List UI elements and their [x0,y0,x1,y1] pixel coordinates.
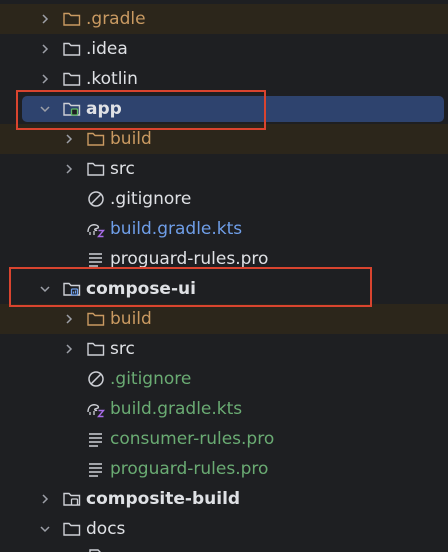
chevron-right-icon[interactable] [38,4,52,34]
project-tree: .gradle .idea .kotlin app build src .git… [0,0,448,552]
chevron-right-icon[interactable] [38,34,52,64]
module-folder-icon [62,489,82,509]
folder-icon [62,519,82,539]
tree-item-label: proguard-rules.pro [110,249,269,269]
chevron-right-icon[interactable] [62,154,76,184]
chevron-right-icon[interactable] [62,124,76,154]
folder-icon [62,39,82,59]
tree-item-idea-folder[interactable]: .idea [0,34,448,64]
tree-item-app-build-gradle-kts[interactable]: build.gradle.kts [0,214,448,244]
tree-item-label: build.gradle.kts [110,399,243,419]
tree-item-label: .gradle [86,9,146,29]
module-folder-icon [62,99,82,119]
chevron-down-icon[interactable] [38,514,52,544]
tree-item-compose-ui-gitignore[interactable]: .gitignore [0,364,448,394]
tree-item-label: composite-build [86,489,241,509]
tree-item-compose-ui-module[interactable]: compose-ui [0,274,448,304]
tree-item-app-src-folder[interactable]: src [0,154,448,184]
folder-icon [86,339,106,359]
tree-item-compose-ui-build-folder[interactable]: build [0,304,448,334]
tree-item-gradle-folder[interactable]: .gradle [0,4,448,34]
tree-item-app-proguard-rules[interactable]: proguard-rules.pro [0,244,448,274]
folder-icon [86,129,106,149]
tree-item-compose-ui-consumer-rules[interactable]: consumer-rules.pro [0,424,448,454]
tree-item-label: build.gradle.kts [110,219,243,239]
tree-item-app-module[interactable]: app [0,94,448,124]
tree-item-label: build [110,129,152,149]
tree-item-label: .idea [86,39,128,59]
tree-item-label: src [110,159,135,179]
tree-item-label: app [86,99,122,119]
gradle-kotlin-file-icon [86,219,106,239]
folder-icon [62,9,82,29]
tree-item-label: src [110,339,135,359]
library-module-folder-icon [62,279,82,299]
text-file-icon [86,459,106,479]
tree-item-label: .gitignore [110,189,192,209]
tree-item-app-gitignore[interactable]: .gitignore [0,184,448,214]
folder-icon [62,69,82,89]
gradle-kotlin-file-icon [86,399,106,419]
tree-item-compose-ui-build-gradle-kts[interactable]: build.gradle.kts [0,394,448,424]
chevron-right-icon[interactable] [38,484,52,514]
chevron-right-icon[interactable] [62,304,76,334]
text-file-icon [86,429,106,449]
tree-item-label: build [110,309,152,329]
tree-item-compose-ui-proguard-rules[interactable]: proguard-rules.pro [0,454,448,484]
tree-item-kotlin-folder[interactable]: .kotlin [0,64,448,94]
chevron-down-icon[interactable] [38,274,52,304]
tree-item-docs-folder[interactable]: docs [0,514,448,544]
tree-item-label: .kotlin [86,69,138,89]
tree-item-partial [0,544,448,552]
chevron-right-icon[interactable] [38,64,52,94]
tree-item-label: proguard-rules.pro [110,459,269,479]
folder-icon [86,309,106,329]
folder-icon [86,159,106,179]
chevron-down-icon[interactable] [38,94,52,124]
tree-item-label: docs [86,519,126,539]
text-file-icon [86,249,106,269]
tree-item-label: compose-ui [86,279,196,299]
ignore-file-icon [86,189,106,209]
tree-item-app-build-folder[interactable]: build [0,124,448,154]
tree-item-label: consumer-rules.pro [110,429,275,449]
ignore-file-icon [86,369,106,389]
tree-item-label: .gitignore [110,369,192,389]
chevron-right-icon[interactable] [62,334,76,364]
tree-item-compose-ui-src-folder[interactable]: src [0,334,448,364]
tree-item-composite-build-module[interactable]: composite-build [0,484,448,514]
